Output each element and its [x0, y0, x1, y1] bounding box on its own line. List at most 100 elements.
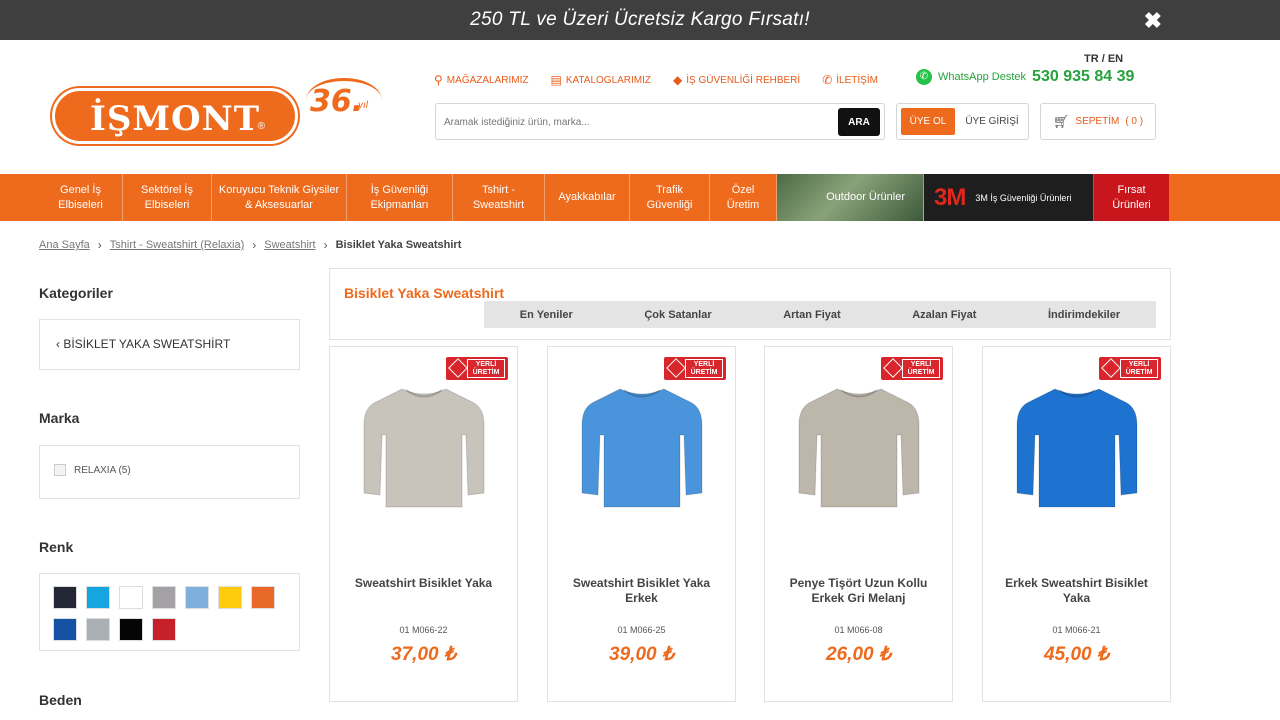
color-swatch[interactable]	[119, 618, 143, 641]
brand-checkbox[interactable]	[54, 464, 66, 476]
cart-icon: 🛒︎	[1052, 113, 1070, 129]
close-icon[interactable]: ✖	[1144, 8, 1162, 34]
product-image	[798, 388, 920, 508]
safety-guide-link-label: İŞ GÜVENLİĞİ REHBERİ	[686, 74, 801, 86]
login-button[interactable]: ÜYE GİRİŞİ	[959, 108, 1025, 135]
promo-banner: 250 TL ve Üzeri Ücretsiz Kargo Fırsatı! …	[0, 0, 1280, 40]
sort-bar: En Yeniler Çok Satanlar Artan Fiyat Azal…	[484, 301, 1156, 328]
search-box: ARA	[435, 103, 885, 140]
color-swatch[interactable]	[218, 586, 242, 609]
product-code: 01 M066-08	[834, 625, 883, 635]
search-input[interactable]	[444, 112, 834, 132]
breadcrumb: Ana Sayfa › Tshirt - Sweatshirt (Relaxia…	[39, 238, 461, 252]
color-swatch[interactable]	[251, 586, 275, 609]
breadcrumb-current: Bisiklet Yaka Sweatshirt	[335, 239, 462, 251]
color-swatch[interactable]	[185, 586, 209, 609]
site-logo[interactable]: İŞMONT ®	[52, 88, 298, 144]
whatsapp-phone: 530 935 84 39	[1032, 68, 1135, 85]
product-name: Penye Tişört Uzun Kollu Erkek Gri Melanj	[789, 576, 928, 605]
book-icon: ▤	[550, 73, 562, 87]
whatsapp-icon: ✆	[916, 69, 932, 85]
color-swatch[interactable]	[86, 618, 110, 641]
breadcrumb-home[interactable]: Ana Sayfa	[39, 239, 90, 251]
product-card[interactable]: YERLİ ÜRETİM Sweatshirt Bisiklet Yaka Er…	[547, 346, 736, 702]
sort-bestsellers[interactable]: Çok Satanlar	[644, 309, 711, 321]
breadcrumb-separator: ›	[97, 238, 102, 252]
category-protective-clothing[interactable]: Koruyucu Teknik Giysiler & Aksesuarlar	[212, 174, 347, 221]
category-safety-equipment[interactable]: İş Güvenliği Ekipmanları	[347, 174, 453, 221]
3m-label: 3M İş Güvenliği Ürünleri	[975, 192, 1072, 203]
color-heading: Renk	[39, 539, 74, 555]
color-swatch[interactable]	[53, 586, 77, 609]
stores-link-label: MAĞAZALARIMIZ	[446, 74, 529, 86]
category-general-workwear[interactable]: Genel İş Elbiseleri	[39, 174, 123, 221]
categories-box: ‹ BİSİKLET YAKA SWEATSHİRT	[39, 319, 300, 370]
product-card[interactable]: YERLİ ÜRETİM Penye Tişört Uzun Kollu Erk…	[764, 346, 953, 702]
category-tshirt-sweatshirt[interactable]: Tshirt - Sweatshirt	[453, 174, 545, 221]
brand-filter-relaxia[interactable]: RELAXIA (5)	[54, 464, 131, 476]
catalogs-link-label: KATALOGLARIMIZ	[565, 74, 652, 86]
search-button[interactable]: ARA	[838, 108, 880, 136]
category-custom-production[interactable]: Özel Üretim	[710, 174, 777, 221]
safety-guide-link[interactable]: ◆ İŞ GÜVENLİĞİ REHBERİ	[673, 73, 800, 87]
brand-heading: Marka	[39, 410, 80, 426]
categories-heading: Kategoriler	[39, 285, 113, 301]
product-price: 45,00 ₺	[1044, 644, 1109, 665]
breadcrumb-separator: ›	[323, 238, 328, 252]
product-name: Sweatshirt Bisiklet Yaka Erkek	[572, 576, 711, 605]
color-swatch[interactable]	[86, 586, 110, 609]
product-image	[581, 388, 703, 508]
product-code: 01 M066-25	[617, 625, 666, 635]
stores-link[interactable]: ⚲ MAĞAZALARIMIZ	[434, 73, 528, 87]
anniversary-suffix: yıl	[358, 100, 368, 111]
product-name: Erkek Sweatshirt Bisiklet Yaka	[1005, 576, 1148, 605]
color-swatch[interactable]	[152, 586, 176, 609]
product-card[interactable]: YERLİ ÜRETİM Sweatshirt Bisiklet Yaka 01…	[329, 346, 518, 702]
size-heading: Beden	[39, 692, 82, 708]
category-traffic-safety[interactable]: Trafik Güvenliği	[630, 174, 710, 221]
logo-text: İŞMONT	[89, 99, 261, 139]
breadcrumb-tshirt-sweatshirt[interactable]: Tshirt - Sweatshirt (Relaxia)	[110, 239, 244, 251]
color-swatch[interactable]	[152, 618, 176, 641]
catalogs-link[interactable]: ▤ KATALOGLARIMIZ	[550, 73, 651, 87]
category-sectoral-workwear[interactable]: Sektörel İş Elbiseleri	[123, 174, 212, 221]
category-outdoor[interactable]: Outdoor Ürünler	[777, 174, 924, 221]
sort-price-desc[interactable]: Azalan Fiyat	[912, 309, 976, 321]
category-deals[interactable]: Fırsat Ürünleri	[1094, 174, 1170, 221]
3m-logo: 3M	[934, 184, 966, 211]
top-links: ⚲ MAĞAZALARIMIZ ▤ KATALOGLARIMIZ ◆ İŞ GÜ…	[434, 73, 878, 87]
brand-box: RELAXIA (5)	[39, 445, 300, 499]
product-code: 01 M066-22	[399, 625, 448, 635]
registered-mark: ®	[257, 121, 265, 132]
language-switcher[interactable]: TR / EN	[1084, 53, 1123, 65]
breadcrumb-sweatshirt[interactable]: Sweatshirt	[264, 239, 315, 251]
cart-count: ( 0 )	[1125, 116, 1144, 127]
product-card[interactable]: YERLİ ÜRETİM Erkek Sweatshirt Bisiklet Y…	[982, 346, 1171, 702]
color-swatches	[53, 586, 275, 641]
whatsapp-label: WhatsApp Destek	[938, 71, 1027, 83]
cart-button[interactable]: 🛒︎ SEPETİM ( 0 )	[1040, 103, 1156, 140]
sort-newest[interactable]: En Yeniler	[520, 309, 573, 321]
product-name: Sweatshirt Bisiklet Yaka	[354, 576, 493, 590]
anniversary-badge: 36. yıl	[306, 78, 382, 122]
sort-discounted[interactable]: İndirimdekiler	[1048, 309, 1120, 321]
color-swatch[interactable]	[119, 586, 143, 609]
category-3m[interactable]: 3M 3M İş Güvenliği Ürünleri	[924, 174, 1094, 221]
color-swatch[interactable]	[53, 618, 77, 641]
phone-icon: ✆	[822, 73, 833, 87]
cart-label: SEPETİM	[1075, 116, 1120, 127]
tag-icon: ◆	[673, 73, 683, 87]
promo-text: 250 TL ve Üzeri Ücretsiz Kargo Fırsatı!	[470, 9, 810, 30]
brand-label: RELAXIA (5)	[74, 464, 131, 476]
anniversary-number: 36.	[310, 84, 364, 119]
contact-link[interactable]: ✆ İLETİŞİM	[822, 73, 878, 87]
account-box: ÜYE OL ÜYE GİRİŞİ	[896, 103, 1029, 140]
contact-link-label: İLETİŞİM	[836, 74, 878, 86]
register-button[interactable]: ÜYE OL	[901, 108, 955, 135]
sidebar-category-item[interactable]: ‹ BİSİKLET YAKA SWEATSHİRT	[56, 337, 230, 351]
map-pin-icon: ⚲	[434, 73, 443, 87]
whatsapp-support[interactable]: ✆ WhatsApp Destek 530 935 84 39	[916, 68, 1134, 86]
category-nav: Genel İş Elbiseleri Sektörel İş Elbisele…	[0, 174, 1280, 221]
sort-price-asc[interactable]: Artan Fiyat	[783, 309, 840, 321]
category-shoes[interactable]: Ayakkabılar	[545, 174, 630, 221]
